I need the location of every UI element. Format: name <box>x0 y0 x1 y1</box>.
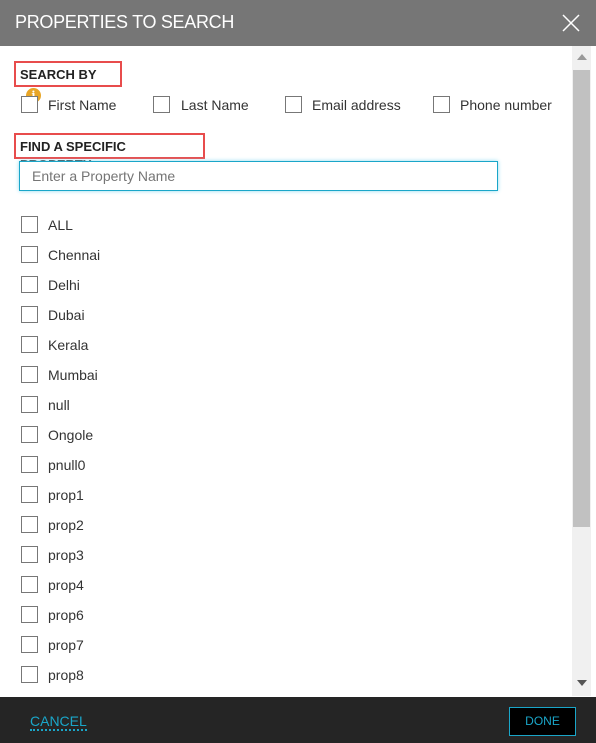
search-by-label: SEARCH BY <box>20 67 97 82</box>
property-checkbox[interactable] <box>21 546 38 563</box>
property-label: prop2 <box>48 517 84 533</box>
scrollbar[interactable] <box>572 46 591 696</box>
search-by-option-label: Last Name <box>181 97 249 113</box>
property-label: prop3 <box>48 547 84 563</box>
property-label: pnull0 <box>48 457 86 473</box>
scroll-down-icon[interactable] <box>577 680 587 686</box>
property-checkbox[interactable] <box>21 426 38 443</box>
property-checkbox[interactable] <box>21 246 38 263</box>
search-by-option-label: Email address <box>312 97 401 113</box>
search-by-heading: SEARCH BYi <box>14 61 122 103</box>
search-by-checkbox[interactable] <box>21 96 38 113</box>
done-button[interactable]: DONE <box>509 707 576 736</box>
cancel-button[interactable]: CANCEL <box>30 713 87 731</box>
property-label: Ongole <box>48 427 94 443</box>
property-checkbox[interactable] <box>21 636 38 653</box>
property-checkbox[interactable] <box>21 576 38 593</box>
dialog-footer: CANCEL DONE <box>0 697 596 743</box>
property-label: Dubai <box>48 307 85 323</box>
property-checkbox[interactable] <box>21 276 38 293</box>
property-label: prop8 <box>48 667 84 683</box>
property-checkbox[interactable] <box>21 606 38 623</box>
property-checkbox[interactable] <box>21 666 38 683</box>
close-icon[interactable] <box>562 14 580 32</box>
search-by-checkbox[interactable] <box>433 96 450 113</box>
search-by-checkbox[interactable] <box>153 96 170 113</box>
property-checkbox[interactable] <box>21 216 38 233</box>
property-label: Chennai <box>48 247 101 263</box>
property-checkbox[interactable] <box>21 306 38 323</box>
property-label: ALL <box>48 217 73 233</box>
property-checkbox[interactable] <box>21 366 38 383</box>
property-label: prop4 <box>48 577 84 593</box>
property-label: prop1 <box>48 487 84 503</box>
property-checkbox[interactable] <box>21 516 38 533</box>
scrollbar-thumb[interactable] <box>573 70 590 527</box>
property-search-input[interactable] <box>19 161 498 191</box>
scroll-up-icon[interactable] <box>577 54 587 60</box>
dialog-body: SEARCH BYi First Name Last Name Email addr… <box>0 46 572 696</box>
search-by-checkbox[interactable] <box>285 96 302 113</box>
property-label: Kerala <box>48 337 89 353</box>
property-checkbox[interactable] <box>21 336 38 353</box>
property-checkbox[interactable] <box>21 486 38 503</box>
property-label: Mumbai <box>48 367 98 383</box>
dialog-header: PROPERTIES TO SEARCH <box>0 0 596 46</box>
find-property-heading: FIND A SPECIFIC PROPERTY <box>14 133 205 172</box>
search-by-option-label: Phone number <box>460 97 552 113</box>
property-checkbox[interactable] <box>21 396 38 413</box>
property-label: prop6 <box>48 607 84 623</box>
property-checkbox[interactable] <box>21 456 38 473</box>
dialog-title: PROPERTIES TO SEARCH <box>15 12 235 32</box>
search-by-option-label: First Name <box>48 97 117 113</box>
property-label: null <box>48 397 70 413</box>
property-label: Delhi <box>48 277 80 293</box>
property-label: prop7 <box>48 637 84 653</box>
